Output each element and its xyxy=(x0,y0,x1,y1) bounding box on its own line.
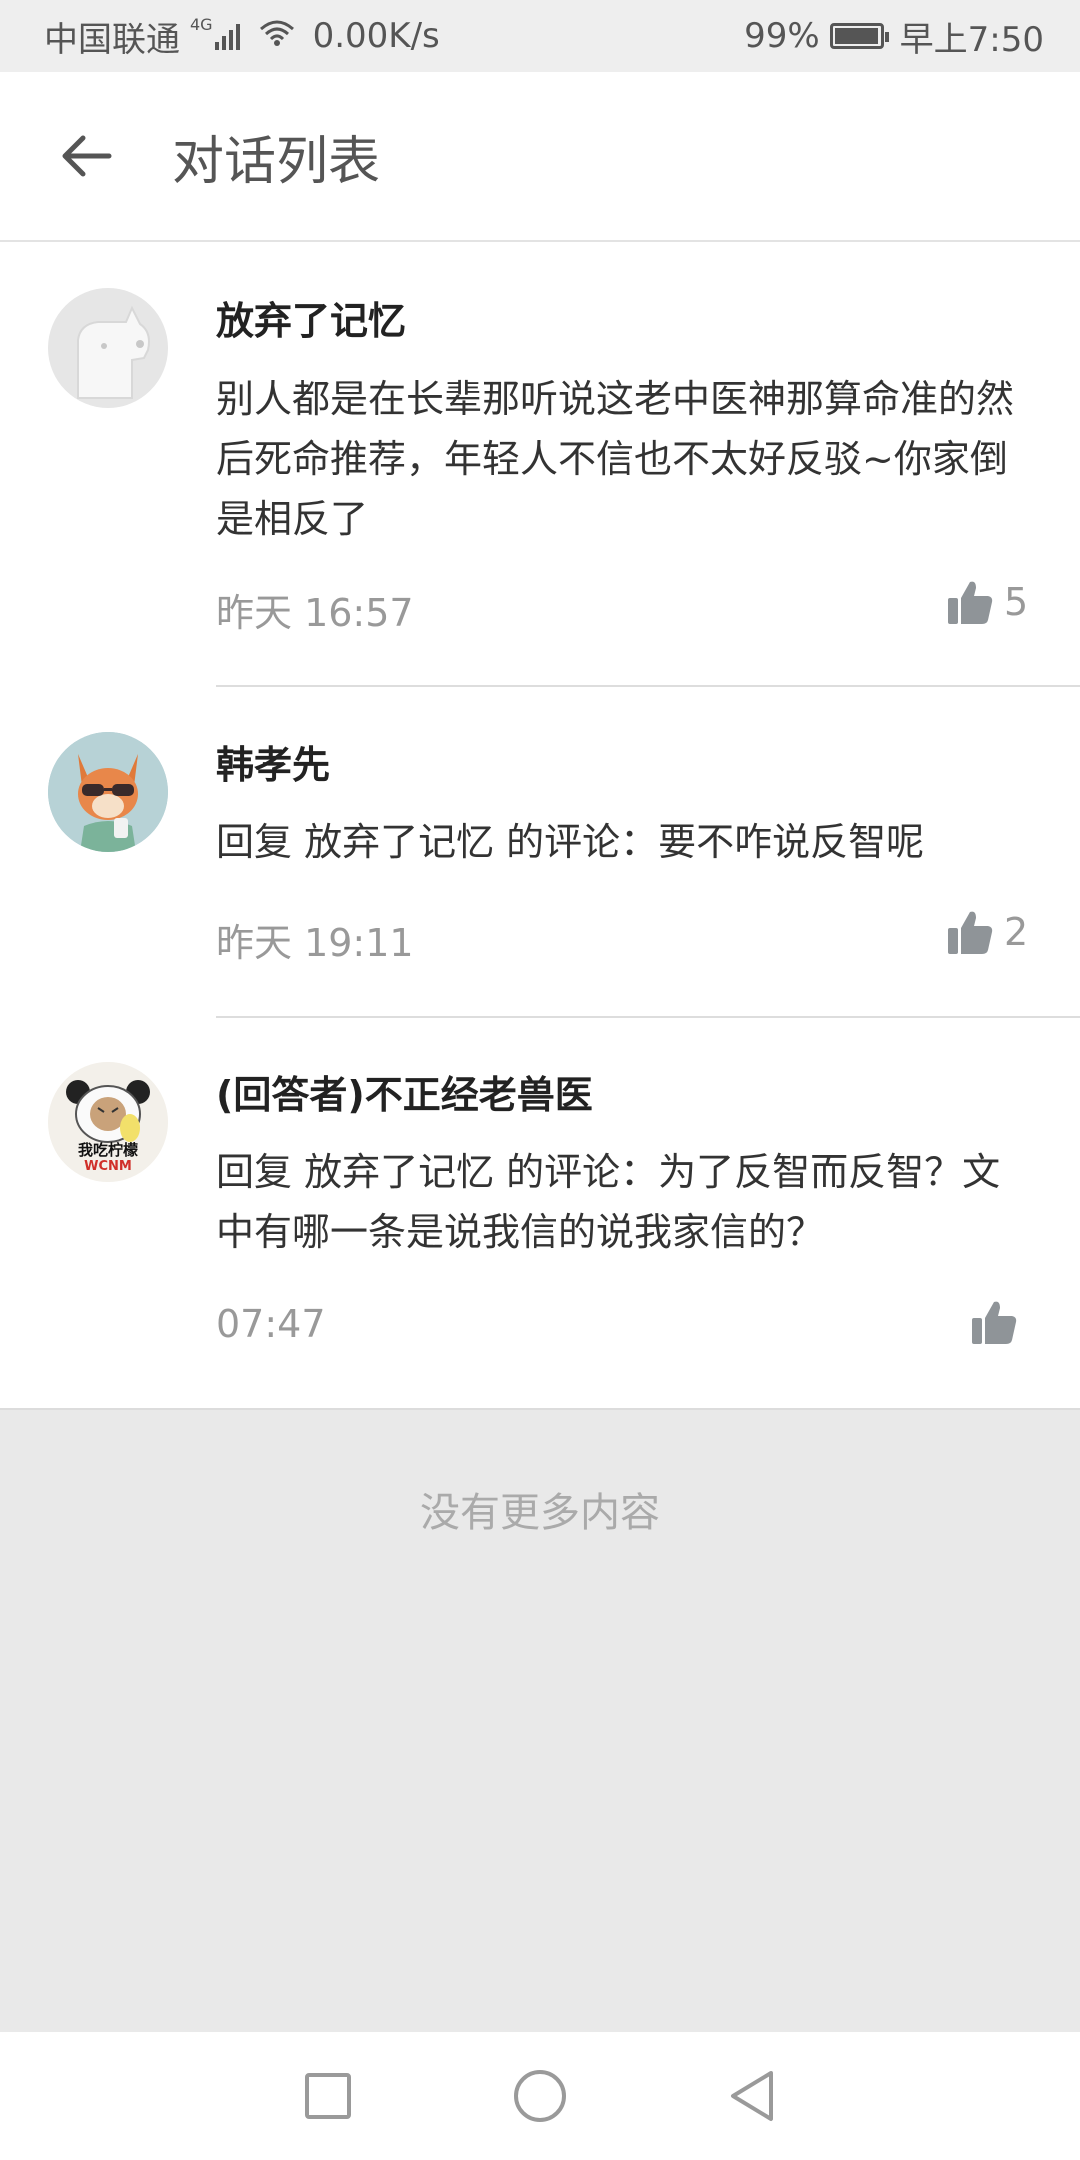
signal-icon xyxy=(214,22,243,50)
clock-label: 早上7:50 xyxy=(899,19,1044,60)
thumbs-up-icon xyxy=(948,581,993,624)
like-count: 2 xyxy=(1004,910,1029,954)
status-right: 99% 早上7:50 xyxy=(744,12,1044,61)
battery-level-fill xyxy=(834,28,879,44)
avatar-caption: 我吃柠檬 xyxy=(77,1141,138,1159)
thumbs-up-icon xyxy=(948,911,993,954)
like-button[interactable] xyxy=(970,1298,1028,1346)
back-button[interactable] xyxy=(40,111,130,201)
back-nav-button[interactable] xyxy=(692,2046,812,2146)
comment-author[interactable]: 放弃了记忆 xyxy=(216,290,406,345)
app-header: 对话列表 xyxy=(0,72,1080,242)
home-button[interactable] xyxy=(480,2046,600,2146)
comment-time: 昨天 16:57 xyxy=(216,591,414,635)
status-bar: 中国联通 4G 0.00K/s 99% 早上7:50 xyxy=(0,0,1080,72)
avatar-caption-sub: WCNM xyxy=(84,1159,132,1174)
recents-button[interactable] xyxy=(268,2046,388,2146)
screen: 中国联通 4G 0.00K/s 99% 早上7:50 对话列表 放弃了记忆 别人… xyxy=(0,0,1080,2160)
circle-home-icon xyxy=(514,2070,566,2122)
comment-list: 放弃了记忆 别人都是在长辈那听说这老中医神那算命准的然后死命推荐，年轻人不信也不… xyxy=(0,242,1080,1410)
system-nav-bar xyxy=(0,2032,1080,2160)
comment-item: 韩孝先 回复 放弃了记忆 的评论：要不咋说反智呢 昨天 19:11 2 xyxy=(0,688,1080,1018)
triangle-back-icon xyxy=(731,2071,773,2121)
comment-text: 回复 放弃了记忆 的评论：要不咋说反智呢 xyxy=(216,820,925,864)
comment-text: 别人都是在长辈那听说这老中医神那算命准的然后死命推荐，年轻人不信也不太好反驳~你… xyxy=(216,377,1015,541)
arrow-left-icon xyxy=(62,135,112,177)
page-title: 对话列表 xyxy=(172,131,381,192)
thumbs-up-icon xyxy=(972,1301,1017,1344)
battery-percent-label: 99% xyxy=(744,16,820,56)
fox-with-sunglasses-avatar[interactable] xyxy=(48,732,168,852)
panda-meme-avatar[interactable]: 我吃柠檬 WCNM xyxy=(48,1062,168,1182)
network-speed-label: 0.00K/s xyxy=(312,16,440,56)
like-button[interactable]: 2 xyxy=(946,908,1028,956)
status-left: 中国联通 4G 0.00K/s xyxy=(44,12,440,61)
divider xyxy=(216,685,1080,687)
network-type-label: 4G xyxy=(190,14,213,34)
comment-author[interactable]: (回答者)不正经老兽医 xyxy=(216,1064,593,1119)
like-count: 5 xyxy=(1004,580,1029,624)
comment-author[interactable]: 韩孝先 xyxy=(216,734,330,789)
comment-time: 昨天 19:11 xyxy=(216,921,414,965)
no-more-content-label: 没有更多内容 xyxy=(420,1490,660,1536)
wifi-icon xyxy=(257,16,297,56)
like-button[interactable]: 5 xyxy=(946,578,1028,626)
comment-item: 放弃了记忆 别人都是在长辈那听说这老中医神那算命准的然后死命推荐，年轻人不信也不… xyxy=(0,242,1080,688)
carrier-label: 中国联通 xyxy=(44,19,180,60)
comment-text: 回复 放弃了记忆 的评论：为了反智而反智？文中有哪一条是说我信的说我家信的？ xyxy=(216,1150,1001,1254)
default-dog-avatar[interactable] xyxy=(48,288,168,408)
square-recents-icon xyxy=(305,2073,351,2119)
battery-icon xyxy=(829,23,889,49)
comment-item: 我吃柠檬 WCNM (回答者)不正经老兽医 回复 放弃了记忆 的评论：为了反智而… xyxy=(0,1018,1080,1408)
comment-time: 07:47 xyxy=(216,1302,326,1346)
